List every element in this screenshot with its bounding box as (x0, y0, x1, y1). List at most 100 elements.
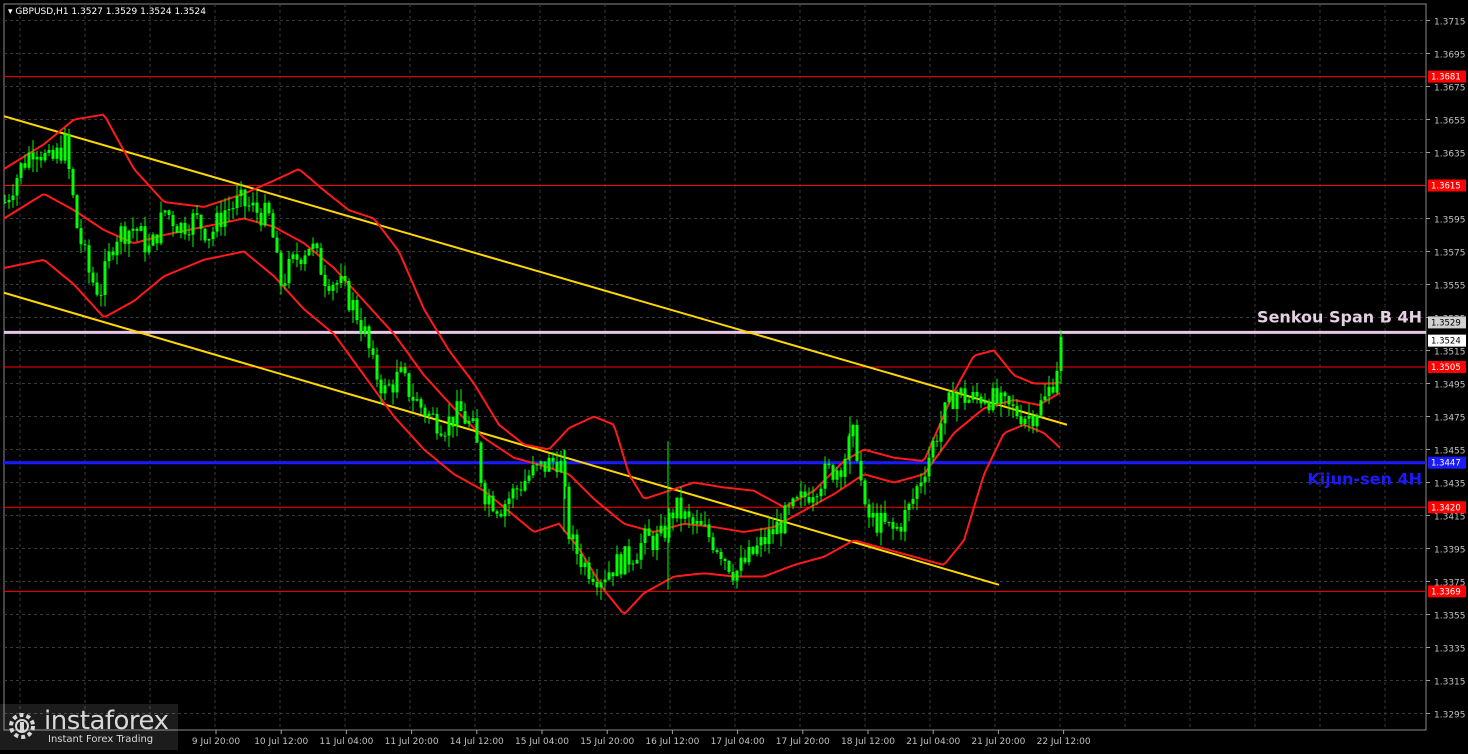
candle-body (679, 497, 683, 519)
y-tick-label: 1.3395 (1434, 546, 1466, 556)
candle (247, 196, 251, 212)
candle-body (327, 286, 331, 291)
candle-body (799, 491, 803, 498)
candle (255, 190, 259, 223)
candle-body (47, 149, 51, 153)
candle (891, 517, 895, 541)
candle (183, 216, 187, 240)
candle (435, 407, 439, 440)
candle (1059, 330, 1063, 384)
candle-body (211, 231, 215, 240)
y-tick-label: 1.3335 (1434, 645, 1466, 655)
candle-body (907, 503, 911, 510)
candle-body (819, 488, 823, 497)
candle-body (699, 520, 703, 525)
bollinger-bands (3, 113, 1061, 615)
candle-body (823, 463, 827, 489)
candle-body (363, 326, 367, 334)
candle (911, 488, 915, 510)
candle-body (531, 465, 535, 476)
candle-body (227, 209, 231, 211)
candle (327, 279, 331, 295)
candle-body (323, 274, 327, 287)
candle (215, 205, 219, 238)
candle (751, 546, 755, 556)
candle (47, 144, 51, 156)
candle (175, 223, 179, 234)
candle-body (139, 226, 143, 231)
price-tag-text-1.3447: 1.3447 (1431, 459, 1461, 469)
candle-body (1047, 386, 1051, 397)
candle (727, 560, 731, 575)
candle-body (943, 402, 947, 424)
candle-body (647, 528, 651, 536)
candle (851, 423, 855, 448)
candle-body (335, 283, 339, 285)
candle (375, 347, 379, 388)
candle-body (519, 489, 523, 491)
candle (455, 389, 459, 437)
price-chart: 1.3715 1.3695 1.3675 1.3655 1.3635 1.3595 1.35… (3, 3, 1466, 747)
candle (115, 236, 119, 265)
candle (775, 508, 779, 535)
candle (287, 250, 291, 289)
candle (759, 527, 763, 557)
price-tag-text-1.3369: 1.3369 (1431, 587, 1461, 597)
candle (627, 538, 631, 573)
x-tick-label: 11 Jul 04:00 (319, 737, 373, 747)
candle-body (231, 208, 235, 210)
candle-body (607, 572, 611, 580)
candle-body (1019, 416, 1023, 425)
y-tick-label: 1.3715 (1434, 18, 1466, 28)
candle-body (415, 399, 419, 401)
candle-body (947, 392, 951, 403)
candle (871, 502, 875, 527)
candle-body (671, 512, 675, 519)
candle-body (659, 525, 663, 534)
channel-upper-line (3, 115, 1068, 426)
candle-body (399, 367, 403, 372)
candle (271, 209, 275, 238)
candle (1039, 393, 1043, 418)
candle-body (195, 213, 199, 215)
price-tag-text-1.3505: 1.3505 (1431, 363, 1461, 373)
candle-body (515, 488, 519, 490)
candle-body (87, 245, 91, 273)
candle (523, 469, 527, 493)
candle (859, 452, 863, 487)
candle-body (983, 401, 987, 404)
candle-body (59, 147, 63, 161)
candle-body (151, 234, 155, 246)
candle (299, 257, 303, 271)
candle-body (783, 505, 787, 534)
candle (179, 221, 183, 239)
candle-body (247, 205, 251, 207)
x-tick-label: 21 Jul 20:00 (971, 737, 1025, 747)
candle (395, 359, 399, 399)
candle-body (731, 571, 735, 581)
candle (995, 378, 999, 408)
candle (51, 145, 55, 161)
candle-body (795, 497, 799, 499)
candle (443, 431, 447, 442)
y-tick-label: 1.3695 (1434, 51, 1466, 61)
candle (35, 151, 39, 173)
candle (827, 459, 831, 469)
candle-body (251, 202, 255, 206)
candle (55, 142, 59, 164)
candle (631, 560, 635, 571)
candle-body (315, 243, 319, 249)
candle-body (611, 572, 615, 577)
candle-body (651, 535, 655, 551)
candle (695, 509, 699, 534)
candle-body (743, 557, 747, 563)
candle (439, 425, 443, 437)
candle-body (891, 521, 895, 529)
candle-body (815, 496, 819, 498)
candle-body (807, 497, 811, 503)
candle-body (887, 521, 891, 523)
candle (79, 219, 83, 253)
candle (943, 401, 947, 435)
candle-body (395, 371, 399, 393)
candle-body (23, 163, 27, 168)
